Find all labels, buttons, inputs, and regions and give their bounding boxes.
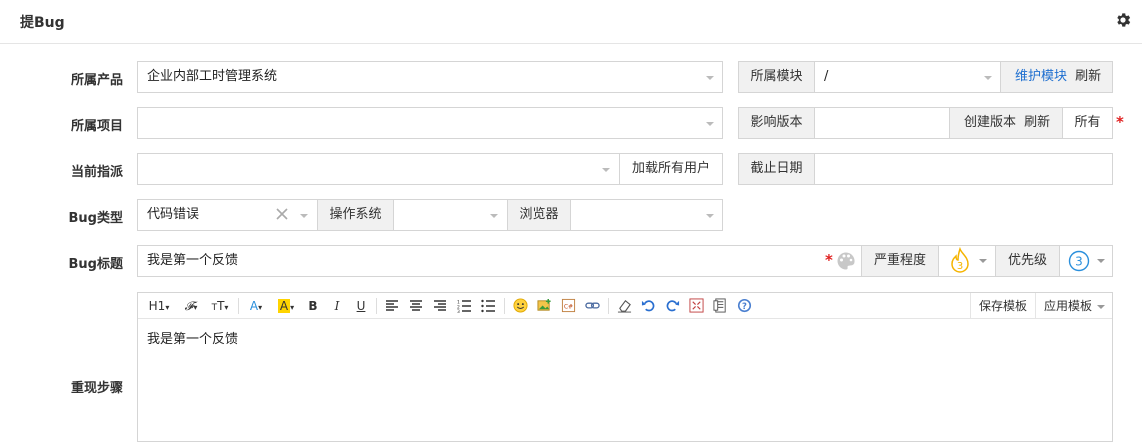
- bold-icon[interactable]: B: [306, 297, 320, 315]
- type-select[interactable]: 代码错误: [137, 199, 318, 231]
- priority-badge: 3: [1068, 250, 1090, 272]
- chevron-down-icon: [490, 214, 498, 218]
- chevron-down-icon: [1097, 305, 1105, 309]
- editor-toolbar: H1▾ 𝓕▾ TT▾ A▾ A ▾ B I U 123 C# ? 保存模板 应用模…: [138, 293, 1112, 319]
- source-icon[interactable]: [713, 298, 728, 313]
- steps-editor[interactable]: H1▾ 𝓕▾ TT▾ A▾ A ▾ B I U 123 C# ? 保存模板 应用模…: [137, 292, 1113, 442]
- build-select[interactable]: [814, 107, 950, 139]
- module-select[interactable]: /: [814, 61, 1001, 93]
- image-icon[interactable]: [537, 298, 552, 313]
- align-center-icon[interactable]: [409, 299, 423, 313]
- flame-icon: 3: [951, 247, 969, 273]
- redo-icon[interactable]: [665, 298, 680, 313]
- refresh-build-link[interactable]: 刷新: [1024, 115, 1050, 130]
- chevron-down-icon: [979, 259, 987, 263]
- type-value: 代码错误: [147, 207, 200, 222]
- link-icon[interactable]: [585, 298, 600, 313]
- create-build-link[interactable]: 创建版本: [964, 115, 1016, 130]
- project-select[interactable]: [137, 107, 723, 139]
- unordered-list-icon[interactable]: [481, 299, 495, 313]
- save-template-button[interactable]: 保存模板: [978, 297, 1028, 315]
- align-left-icon[interactable]: [385, 299, 399, 313]
- required-mark: *: [825, 251, 833, 269]
- chevron-down-icon: [706, 76, 714, 80]
- font-family-icon[interactable]: 𝓕▾: [180, 297, 202, 315]
- browser-label: 浏览器: [507, 199, 571, 231]
- svg-text:?: ?: [742, 301, 747, 311]
- assigned-select[interactable]: [137, 153, 620, 185]
- maintain-module-link[interactable]: 维护模块: [1015, 69, 1067, 84]
- priority-label: 优先级: [995, 245, 1060, 277]
- code-icon[interactable]: C#: [561, 298, 576, 313]
- project-label: 所属项目: [70, 119, 123, 134]
- title-input[interactable]: 我是第一个反馈: [137, 245, 862, 277]
- load-all-users-button[interactable]: 加载所有用户: [619, 153, 723, 185]
- severity-label: 严重程度: [861, 245, 939, 277]
- module-actions: 维护模块 刷新: [1000, 61, 1113, 93]
- svg-text:C#: C#: [564, 303, 573, 310]
- ordered-list-icon[interactable]: 123: [457, 299, 471, 313]
- underline-icon[interactable]: U: [354, 297, 368, 315]
- all-builds-button[interactable]: 所有: [1062, 107, 1113, 139]
- refresh-module-link[interactable]: 刷新: [1075, 69, 1101, 84]
- svg-text:3: 3: [457, 309, 460, 313]
- product-select[interactable]: 企业内部工时管理系统: [137, 61, 723, 93]
- italic-icon[interactable]: I: [330, 297, 344, 315]
- assigned-label: 当前指派: [70, 165, 123, 180]
- apply-template-button[interactable]: 应用模板: [1042, 297, 1094, 315]
- steps-label: 重现步骤: [70, 381, 123, 396]
- required-mark: *: [1116, 113, 1124, 131]
- highlight-color-icon[interactable]: A ▾: [274, 297, 298, 315]
- build-label: 影响版本: [738, 107, 815, 139]
- priority-value: 3: [1075, 255, 1083, 269]
- eraser-icon[interactable]: [617, 298, 632, 313]
- gear-icon[interactable]: [1114, 11, 1132, 29]
- emoticon-icon[interactable]: [513, 298, 528, 313]
- page-title: 提Bug: [20, 15, 65, 31]
- chevron-down-icon: [984, 76, 992, 80]
- chevron-down-icon: [1097, 259, 1105, 263]
- deadline-label: 截止日期: [738, 153, 815, 185]
- help-icon[interactable]: ?: [737, 298, 752, 313]
- align-right-icon[interactable]: [433, 299, 447, 313]
- product-label: 所属产品: [70, 73, 123, 88]
- steps-content: 我是第一个反馈: [147, 332, 239, 347]
- os-label: 操作系统: [317, 199, 394, 231]
- module-value: /: [824, 69, 829, 84]
- chevron-down-icon: [706, 122, 714, 126]
- type-label: Bug类型: [68, 211, 123, 226]
- deadline-input[interactable]: [814, 153, 1113, 185]
- build-actions: 创建版本 刷新: [949, 107, 1063, 139]
- fullscreen-icon[interactable]: [689, 298, 704, 313]
- product-value: 企业内部工时管理系统: [147, 69, 278, 84]
- severity-value: 3: [957, 261, 963, 272]
- undo-icon[interactable]: [641, 298, 656, 313]
- chevron-down-icon: [602, 168, 610, 172]
- font-color-icon[interactable]: A▾: [246, 297, 266, 315]
- chevron-down-icon: [300, 214, 308, 218]
- heading-button[interactable]: H1▾: [146, 297, 172, 315]
- module-label: 所属模块: [738, 61, 815, 93]
- title-label: Bug标题: [68, 257, 123, 272]
- close-icon[interactable]: [276, 208, 288, 220]
- page-header: 提Bug: [0, 0, 1142, 44]
- browser-select[interactable]: [570, 199, 723, 231]
- palette-icon[interactable]: [836, 251, 856, 271]
- title-value: 我是第一个反馈: [147, 253, 239, 268]
- font-size-icon[interactable]: TT▾: [208, 297, 232, 315]
- severity-select[interactable]: 3: [938, 245, 996, 277]
- chevron-down-icon: [706, 214, 714, 218]
